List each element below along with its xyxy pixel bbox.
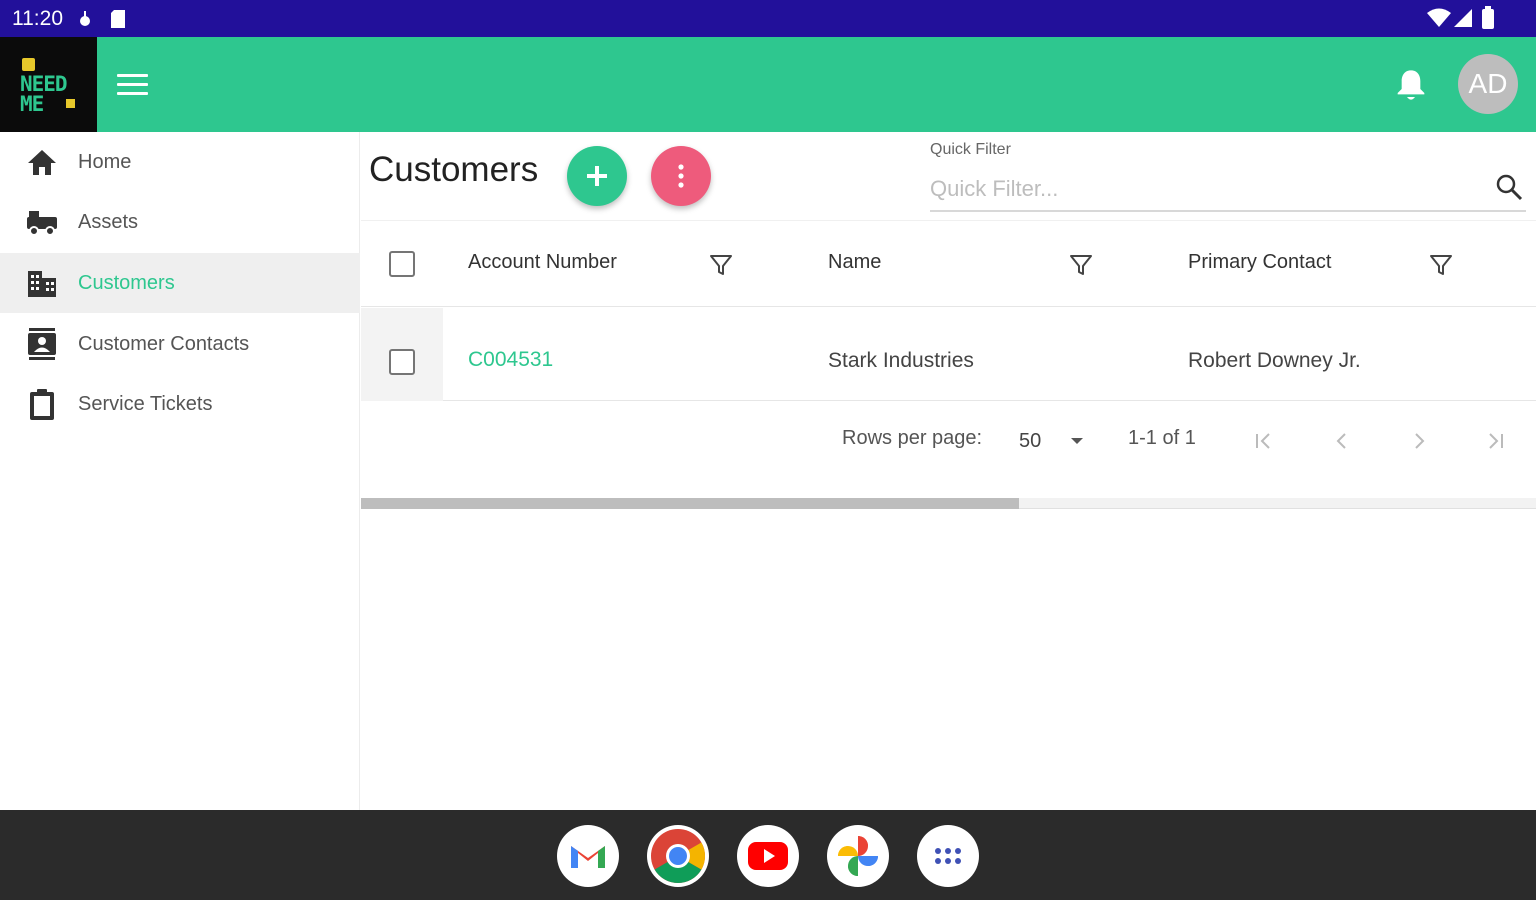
app-dock bbox=[0, 810, 1536, 900]
app-logo[interactable]: NEED ME bbox=[0, 37, 97, 132]
chrome-icon bbox=[651, 829, 706, 883]
data-saver-icon bbox=[80, 11, 90, 26]
sidebar: Home Assets Customers Customer Contacts … bbox=[0, 132, 360, 810]
plus-icon bbox=[587, 166, 607, 186]
sidebar-item-service-tickets[interactable]: Service Tickets bbox=[0, 374, 360, 434]
table-row[interactable]: C004531 Stark Industries Robert Downey J… bbox=[361, 308, 1536, 401]
next-page-icon[interactable] bbox=[1406, 428, 1432, 454]
filter-icon[interactable] bbox=[1429, 253, 1453, 277]
photos-pinwheel-icon bbox=[838, 836, 878, 876]
filter-icon[interactable] bbox=[709, 253, 733, 277]
gmail-icon bbox=[571, 846, 605, 868]
cell-primary-contact: Robert Downey Jr. bbox=[1188, 349, 1361, 372]
gmail-app[interactable] bbox=[557, 825, 619, 887]
quick-filter-input[interactable] bbox=[930, 168, 1526, 212]
sidebar-item-assets[interactable]: Assets bbox=[0, 192, 360, 252]
home-icon bbox=[28, 150, 56, 175]
assets-icon bbox=[27, 211, 57, 236]
user-avatar[interactable]: AD bbox=[1458, 54, 1518, 114]
sidebar-item-customer-contacts[interactable]: Customer Contacts bbox=[0, 314, 360, 374]
logo-accent-icon bbox=[66, 99, 75, 108]
sidebar-item-label: Home bbox=[78, 150, 132, 173]
column-header-primary-contact[interactable]: Primary Contact bbox=[1188, 251, 1331, 274]
sidebar-item-label: Customers bbox=[78, 271, 175, 294]
wifi-icon bbox=[1427, 8, 1451, 27]
add-customer-button[interactable] bbox=[567, 146, 627, 206]
youtube-app[interactable] bbox=[737, 825, 799, 887]
row-select-cell bbox=[361, 308, 443, 401]
select-all-checkbox[interactable] bbox=[389, 251, 415, 277]
sidebar-item-label: Customer Contacts bbox=[78, 332, 250, 355]
youtube-icon bbox=[748, 842, 788, 870]
column-header-account-number[interactable]: Account Number bbox=[468, 251, 617, 274]
main-content: Customers Quick Filter Account Number Na… bbox=[361, 132, 1536, 810]
horizontal-scrollbar[interactable] bbox=[361, 498, 1536, 509]
pagination: Rows per page: 50 1-1 of 1 bbox=[361, 402, 1536, 474]
column-header-name[interactable]: Name bbox=[828, 251, 881, 274]
app-bar: NEED ME AD bbox=[0, 37, 1536, 132]
building-icon bbox=[28, 271, 56, 297]
filter-icon[interactable] bbox=[1069, 253, 1093, 277]
avatar-initials: AD bbox=[1468, 68, 1508, 99]
battery-icon bbox=[1482, 6, 1494, 29]
table-header: Account Number Name Primary Contact bbox=[361, 220, 1536, 307]
sidebar-item-label: Assets bbox=[78, 210, 139, 233]
cell-name: Stark Industries bbox=[828, 349, 974, 372]
scrollbar-thumb[interactable] bbox=[361, 498, 1019, 509]
logo-text-line1: NEED bbox=[20, 72, 68, 96]
cell-account-number[interactable]: C004531 bbox=[468, 348, 553, 372]
rows-per-page-select[interactable]: 50 bbox=[1019, 430, 1041, 453]
sidebar-item-label: Service Tickets bbox=[78, 392, 213, 415]
cell-signal-icon bbox=[1454, 9, 1472, 27]
status-time: 11:20 bbox=[12, 7, 63, 30]
photos-app[interactable] bbox=[827, 825, 889, 887]
pagination-range: 1-1 of 1 bbox=[1128, 427, 1196, 449]
quick-filter-label: Quick Filter bbox=[930, 141, 1011, 158]
more-actions-button[interactable] bbox=[651, 146, 711, 206]
logo-mark-icon bbox=[22, 58, 35, 71]
app-grid-icon bbox=[935, 848, 961, 864]
dropdown-arrow-icon[interactable] bbox=[1071, 438, 1083, 444]
app-drawer[interactable] bbox=[917, 825, 979, 887]
page-title: Customers bbox=[369, 150, 539, 189]
status-bar: 11:20 bbox=[0, 0, 1536, 37]
contacts-icon bbox=[28, 328, 56, 360]
rows-per-page-label: Rows per page: bbox=[842, 427, 983, 449]
previous-page-icon[interactable] bbox=[1329, 428, 1355, 454]
last-page-icon[interactable] bbox=[1483, 428, 1509, 454]
more-vertical-icon bbox=[678, 164, 684, 188]
logo-text-line2: ME bbox=[20, 92, 44, 116]
sidebar-item-home[interactable]: Home bbox=[0, 132, 360, 192]
chrome-app[interactable] bbox=[647, 825, 709, 887]
row-checkbox[interactable] bbox=[389, 349, 415, 375]
sidebar-item-customers[interactable]: Customers bbox=[0, 253, 360, 313]
hamburger-menu-icon[interactable] bbox=[117, 74, 148, 96]
notifications-bell-icon[interactable] bbox=[1395, 67, 1427, 103]
clipboard-icon bbox=[30, 389, 54, 420]
sd-card-icon bbox=[111, 10, 125, 28]
first-page-icon[interactable] bbox=[1250, 428, 1276, 454]
search-icon[interactable] bbox=[1494, 172, 1524, 202]
